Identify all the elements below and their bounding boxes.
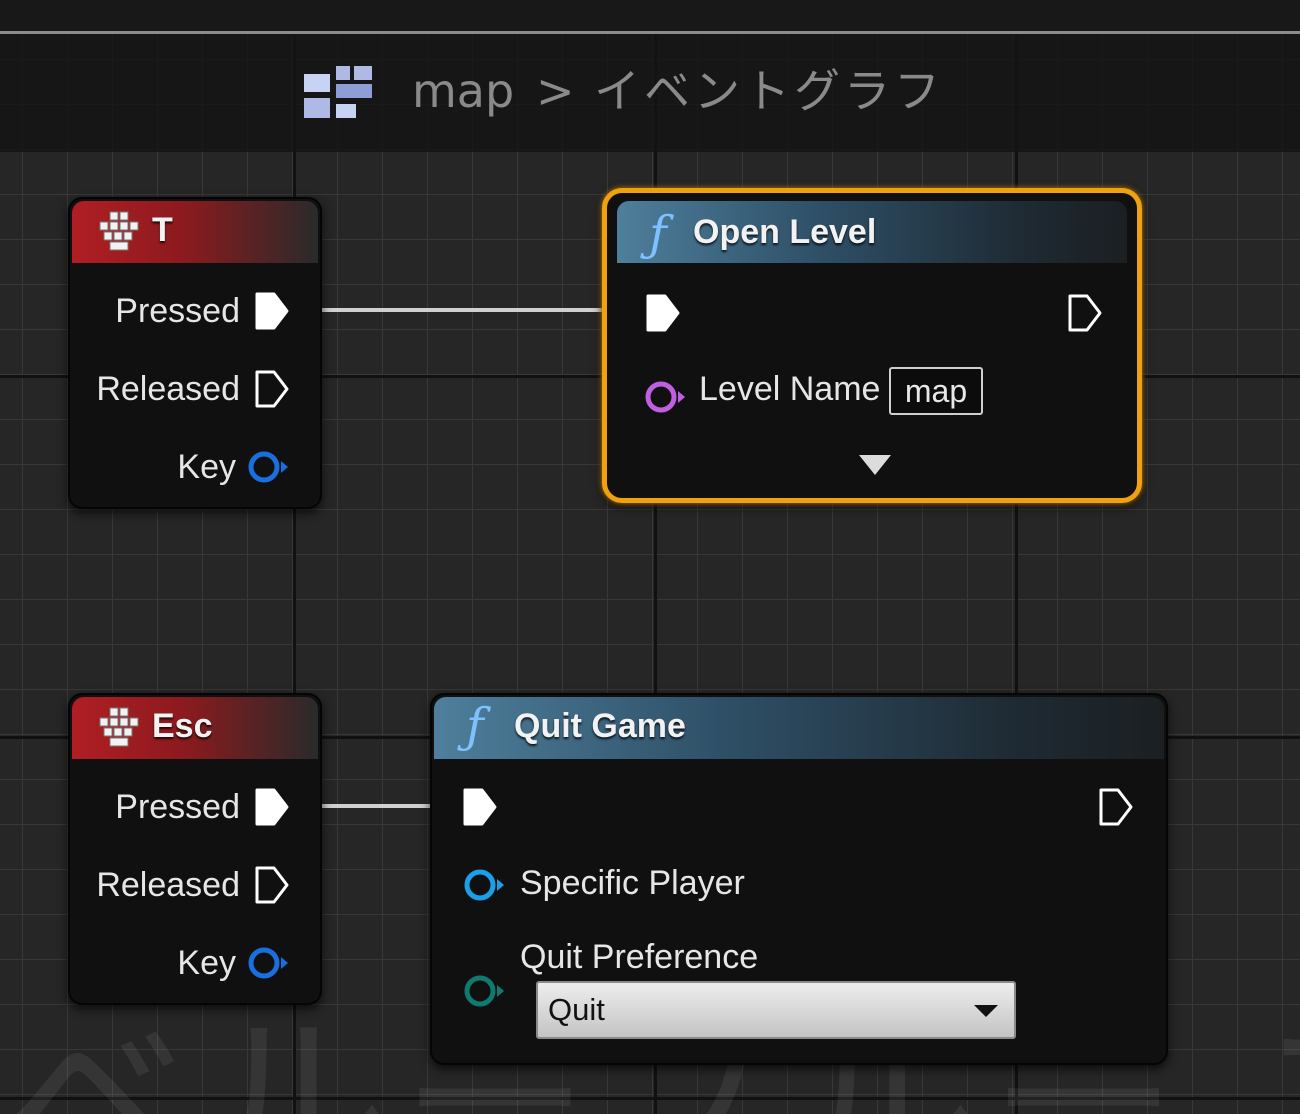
exec-in-pin-icon[interactable] <box>645 293 681 333</box>
quit-preference-dropdown[interactable]: Quit <box>536 981 1016 1039</box>
node-title: Quit Game <box>514 707 686 745</box>
event-graph-icon <box>304 66 372 118</box>
key-struct-pin-icon[interactable] <box>246 943 290 983</box>
exec-out-pin-icon[interactable] <box>1098 787 1134 827</box>
exec-in-pin-icon[interactable] <box>462 787 498 827</box>
breadcrumb-graph: イベントグラフ <box>594 64 944 118</box>
level-name-input[interactable]: map <box>889 367 983 415</box>
node-title: T <box>152 211 173 249</box>
graph-canvas[interactable]: ベルーブルー プリ map > イベントグラフ T Pressed <box>0 0 1300 1114</box>
key-label: Key <box>177 448 236 486</box>
exec-out-pin-icon[interactable] <box>254 865 290 905</box>
open-level-node[interactable]: ƒ Open Level Level Name map <box>602 188 1142 503</box>
node-title: Esc <box>152 707 213 745</box>
function-icon: ƒ <box>649 206 667 262</box>
string-pin-icon[interactable] <box>643 377 687 417</box>
released-label: Released <box>96 370 240 408</box>
pressed-label: Pressed <box>115 292 240 330</box>
pressed-label: Pressed <box>115 788 240 826</box>
chevron-down-icon[interactable] <box>857 453 893 477</box>
quit-game-node[interactable]: ƒ Quit Game Specific Player Quit Prefere… <box>430 693 1168 1065</box>
esc-key-event-node[interactable]: Esc Pressed Released Key <box>68 693 322 1005</box>
exec-out-pin-icon[interactable] <box>1067 293 1103 333</box>
enum-pin-icon[interactable] <box>462 971 506 1011</box>
exec-out-pin-icon[interactable] <box>254 291 290 331</box>
exec-out-pin-icon[interactable] <box>254 369 290 409</box>
top-bar <box>0 0 1300 34</box>
key-struct-pin-icon[interactable] <box>246 447 290 487</box>
object-pin-icon[interactable] <box>462 865 506 905</box>
breadcrumb-asset[interactable]: map <box>412 58 514 124</box>
t-key-event-node[interactable]: T Pressed Released Key <box>68 197 322 509</box>
node-title: Open Level <box>693 213 877 251</box>
key-label: Key <box>177 944 236 982</box>
keyboard-key-icon <box>99 707 139 747</box>
exec-out-pin-icon[interactable] <box>254 787 290 827</box>
dropdown-selected-value: Quit <box>548 992 605 1027</box>
keyboard-key-icon <box>99 211 139 251</box>
quit-preference-label: Quit Preference <box>520 938 759 976</box>
function-icon: ƒ <box>466 698 484 754</box>
released-label: Released <box>96 866 240 904</box>
level-name-label: Level Name <box>699 370 881 408</box>
dropdown-caret-icon <box>974 1005 998 1017</box>
specific-player-label: Specific Player <box>520 864 745 902</box>
breadcrumb-separator: > <box>536 64 575 118</box>
